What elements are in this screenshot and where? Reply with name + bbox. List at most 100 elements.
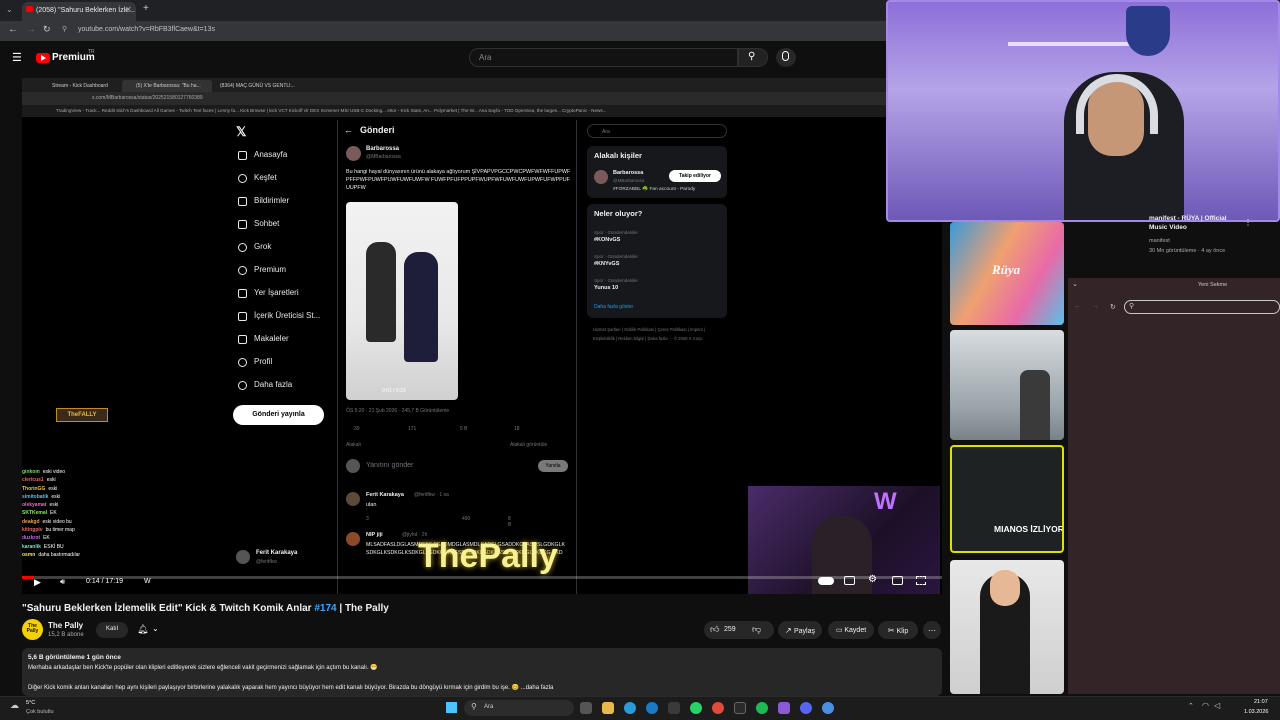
reload-icon[interactable]: ↻ [43,24,51,35]
chat-text: eski video [42,469,66,475]
voice-search-button[interactable] [776,48,796,67]
volume-icon[interactable]: ◁ [1214,701,1220,710]
x-reply-author: NIP jiji [366,532,383,538]
weather-icon[interactable]: ☁ [10,700,19,711]
taskbar-search[interactable]: ⚲ Ara [464,700,574,716]
taskbar-date[interactable]: 1.03.2026 [1244,709,1268,715]
more-options-icon[interactable]: ⋮ [1244,218,1252,227]
taskbar-time[interactable]: 21:07 [1254,699,1268,705]
task-view-icon[interactable] [580,702,592,714]
forward-icon[interactable]: → [26,24,36,35]
miniplayer-icon[interactable] [892,576,903,585]
menu-icon[interactable]: ☰ [12,51,22,64]
video-thumbnail[interactable] [950,560,1064,694]
x-post-video: 0:01 / 0:23 [346,202,458,400]
new-tab-label[interactable]: Yeni Sekme [1198,282,1227,288]
description-line: Diğer Kick komik anları kanalları hep ay… [28,685,554,691]
new-tab-icon[interactable]: + [143,3,149,14]
app-icon[interactable] [778,702,790,714]
progress-bar[interactable] [22,576,942,579]
x-show-more: Daha fazla göster [594,304,634,310]
chat-message: ginkom eski video [22,468,112,476]
tab-list-chevron-icon[interactable]: ⌄ [1072,280,1078,288]
file-explorer-icon[interactable] [602,702,614,714]
trend-name: #KNYvGS [594,261,620,267]
view-count: 8 B [508,516,512,528]
video-player[interactable]: Stream - Kick Dashboard (5) X'te Barbaro… [22,78,942,594]
title-text: "Sahuru Beklerken İzlemelik Edit" Kick &… [22,603,315,614]
x-reply-author: Ferit Karakaya [366,492,404,498]
chat-message: ThorinGG eski [22,485,112,493]
wifi-icon[interactable]: ◠ [1202,701,1209,710]
video-thumbnail[interactable] [950,330,1064,440]
inner-address-bar: x.com/MBarbarossa/status/202521580127760… [22,92,942,105]
share-button[interactable]: ↗ Paylaş [778,621,822,639]
title-hashtag[interactable]: #174 [314,603,336,614]
browser-tab-active[interactable]: (2058) "Sahuru Beklerken İzle... [22,2,136,21]
channel-name[interactable]: The Pally [48,621,83,630]
volume-icon[interactable]: 🔊︎ [60,577,65,587]
chat-text: eski [46,477,56,484]
like-button[interactable]: 👍︎ [710,624,719,635]
chrome-icon[interactable] [712,702,724,714]
fullscreen-icon[interactable] [916,576,926,585]
video-thumbnail[interactable]: MIANOS İZLİYOR [950,445,1064,553]
more-actions-button[interactable]: ⋯ [923,621,941,639]
description-line: Merhaba arkadaşlar ben Kick'te popüler o… [28,665,378,671]
channel-avatar[interactable]: The Pally [22,619,43,640]
address-bar-url[interactable]: youtube.com/watch?v=RbFB3flCaew&t=13s [78,26,215,33]
store-icon[interactable] [668,702,680,714]
creator-studio-icon [238,312,247,321]
join-button[interactable]: Katıl [96,622,128,638]
subtitles-icon[interactable] [844,576,855,585]
thumbnail-overlay-text: MIANOS İZLİYOR [994,524,1064,534]
tray-chevron-icon[interactable]: ⌃ [1188,702,1194,710]
search-button[interactable]: ⚲ [738,48,768,67]
weather-temp: 5°C [26,700,36,706]
x-nav-grok: Grok [238,242,271,252]
windows-start-icon[interactable] [446,702,457,713]
subscription-bell-button[interactable]: 🔔︎ ⌄ [135,622,165,638]
video-thumbnail[interactable]: Rüya [950,222,1064,325]
play-icon[interactable]: ▶ [34,577,41,588]
tab-list-chevron-icon[interactable]: ⌄ [6,5,13,14]
edge-dev-icon[interactable] [646,702,658,714]
terminal-icon[interactable] [734,702,746,714]
whatsapp-icon[interactable] [690,702,702,714]
x-nav-bookmarks: Yer İşaretleri [238,288,299,298]
x-post-author: Barbarossa [366,146,400,152]
save-button[interactable]: ▭ Kaydet [828,621,874,639]
back-icon[interactable]: ← [8,24,18,35]
description-box[interactable]: 5,6 B görüntüleme 1 gün önce Merhaba ark… [22,648,942,696]
chat-text: ESKİ BU [43,543,64,550]
chat-username: karanlik [22,543,41,550]
x-nav-profile: Profil [238,357,272,367]
settings-gear-icon[interactable]: ⚙ [868,574,877,585]
sidebar-video-title[interactable]: manifest - RÜYA | Official Music Video [1149,214,1237,232]
edge-icon[interactable] [624,702,636,714]
spotify-icon[interactable] [756,702,768,714]
chapter-label[interactable]: W [144,578,151,585]
chat-username: duzkrot [22,535,41,542]
trend-category: Spor · Gündemdekiler [594,254,639,259]
avatar [346,532,360,546]
dislike-button[interactable]: 👎︎ [752,624,761,635]
autoplay-toggle[interactable] [818,577,834,585]
search-icon: ⚲ [748,51,756,62]
sidebar-channel[interactable]: manifest [1149,238,1170,244]
discord-icon[interactable] [800,702,812,714]
youtube-favicon-icon [26,6,33,12]
chat-text: bu timer map [45,527,75,534]
scissors-icon: ✂ [887,626,897,635]
chat-text: eski [49,502,59,509]
clip-button[interactable]: ✂ Klip [878,621,918,639]
taskbar-search-text: Ara [484,704,494,710]
search-input[interactable]: Ara [469,48,738,67]
close-tab-icon[interactable]: ✕ [125,5,132,14]
chrome-icon[interactable] [822,702,834,714]
chat-message: osmn daha bastırmadılar [22,551,112,559]
more-horizontal-icon: ⋯ [928,626,936,635]
site-info-icon[interactable]: ⚲ [62,25,67,33]
x-trending-title: Neler oluyor? [594,209,643,218]
new-tab-search-input[interactable] [1124,300,1280,314]
